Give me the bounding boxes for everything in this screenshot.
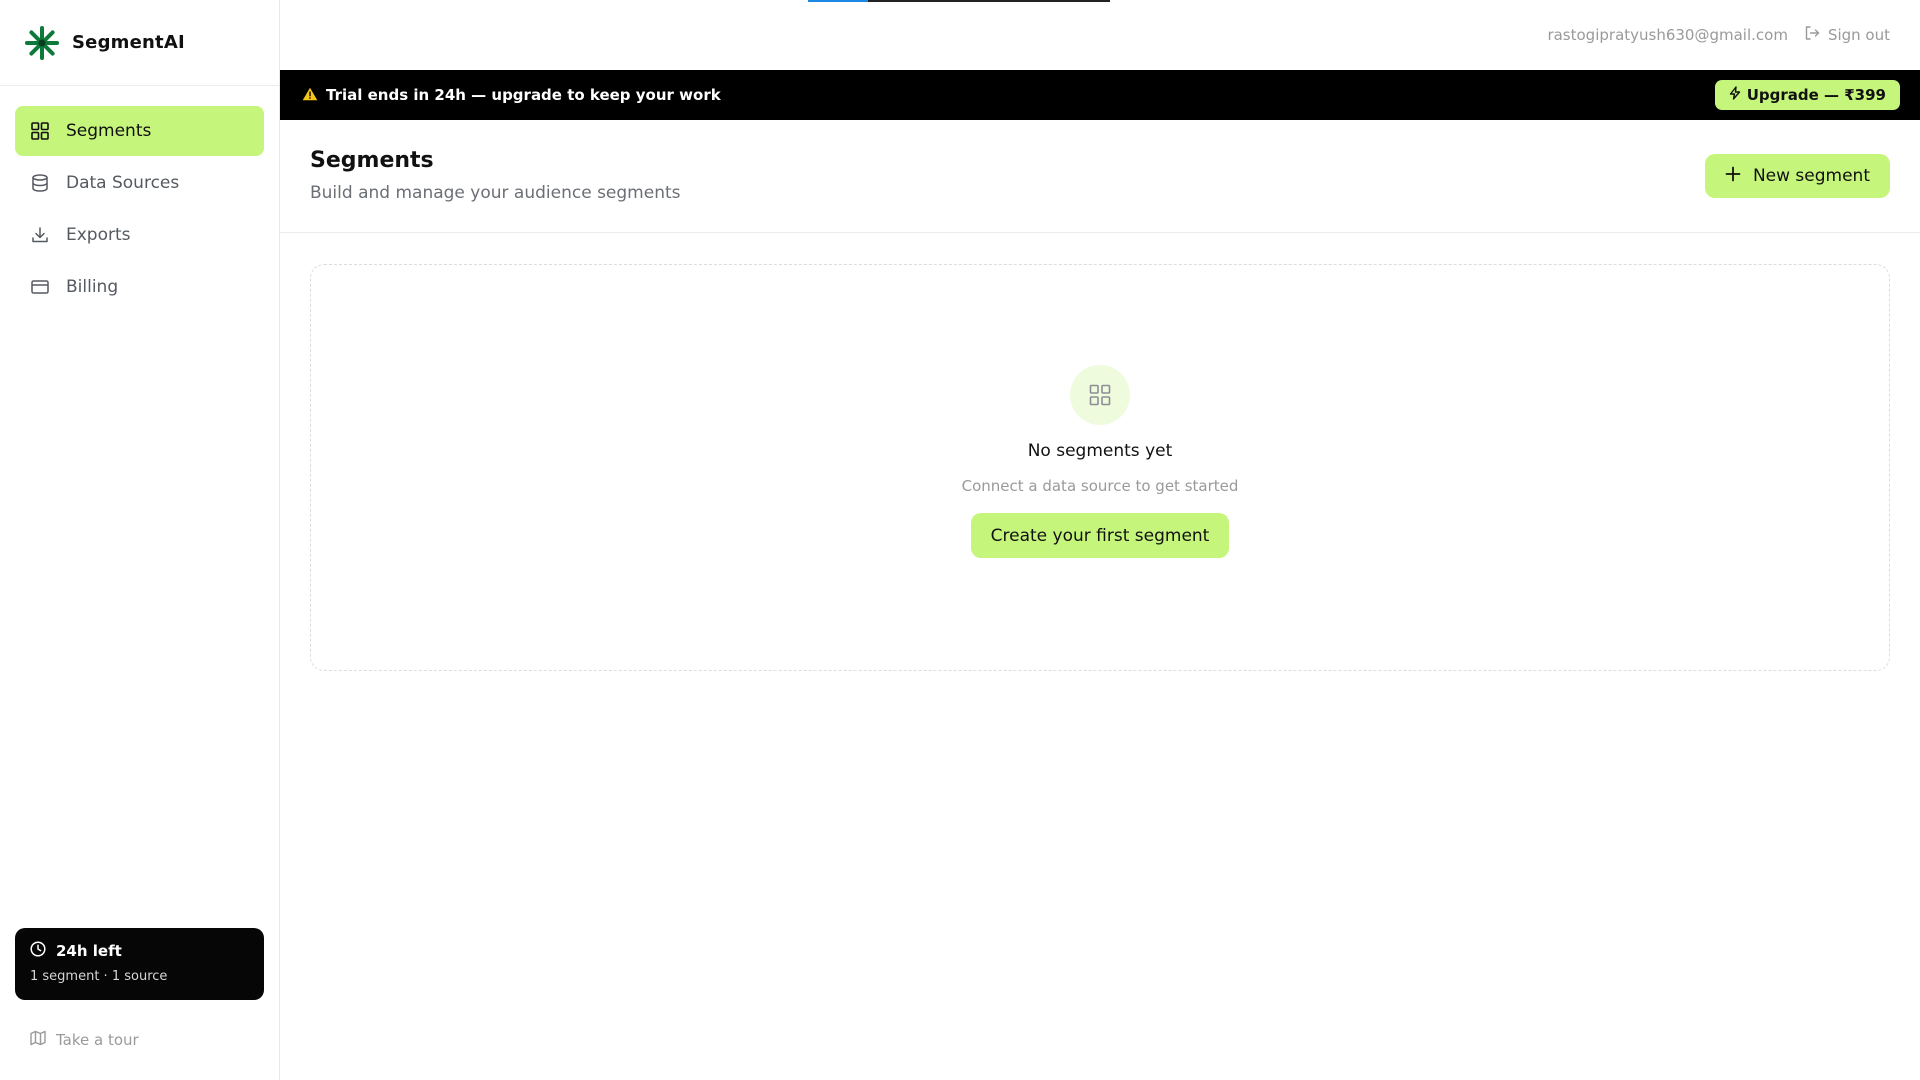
- brand[interactable]: SegmentAI: [0, 0, 279, 86]
- sidebar-item-segments[interactable]: Segments: [15, 106, 264, 156]
- upgrade-button[interactable]: Upgrade — ₹399: [1714, 80, 1900, 110]
- empty-state-title: No segments yet: [1027, 441, 1173, 461]
- page-loading-bar-fill: [808, 0, 869, 2]
- sidebar-item-label: Billing: [66, 277, 119, 297]
- trial-banner-message: Trial ends in 24h — upgrade to keep your…: [302, 86, 721, 105]
- take-a-tour-label: Take a tour: [56, 1031, 139, 1049]
- user-email: rastogipratyush630@gmail.com: [1547, 26, 1788, 44]
- trial-status-card[interactable]: 24h left 1 segment · 1 source: [15, 928, 264, 1000]
- sidebar-item-label: Exports: [66, 225, 131, 245]
- new-segment-button[interactable]: New segment: [1704, 154, 1890, 198]
- database-icon: [30, 173, 50, 193]
- plus-icon: [1725, 166, 1741, 187]
- trial-banner-text: Trial ends in 24h — upgrade to keep your…: [326, 86, 721, 104]
- sidebar-item-data-sources[interactable]: Data Sources: [15, 158, 264, 208]
- grid-icon: [1070, 365, 1130, 425]
- asterisk-logo-icon: [24, 25, 60, 61]
- take-a-tour-link[interactable]: Take a tour: [30, 1030, 139, 1050]
- page-loading-bar: [808, 0, 1110, 2]
- brand-name: SegmentAI: [72, 32, 185, 53]
- page-subtitle: Build and manage your audience segments: [310, 183, 681, 203]
- page-header: Segments Build and manage your audience …: [280, 120, 1920, 233]
- sidebar-nav: Segments Data Sources Exports Billing: [0, 86, 279, 312]
- trial-time-left: 24h left: [56, 942, 122, 960]
- app-root: SegmentAI Segments Data Sources Exports …: [0, 0, 1920, 1080]
- warning-icon: [302, 86, 318, 105]
- map-icon: [30, 1030, 46, 1050]
- main-content: rastogipratyush630@gmail.com Sign out Tr…: [280, 0, 1920, 1080]
- new-segment-label: New segment: [1752, 166, 1870, 186]
- sidebar: SegmentAI Segments Data Sources Exports …: [0, 0, 280, 1080]
- sidebar-item-exports[interactable]: Exports: [15, 210, 264, 260]
- empty-state-subtitle: Connect a data source to get started: [961, 477, 1239, 495]
- topbar: rastogipratyush630@gmail.com Sign out: [280, 0, 1920, 70]
- upgrade-label: Upgrade — ₹399: [1746, 86, 1886, 104]
- sidebar-item-label: Data Sources: [66, 173, 180, 193]
- page-title: Segments: [310, 148, 434, 173]
- sidebar-item-billing[interactable]: Billing: [15, 262, 264, 312]
- trial-usage: 1 segment · 1 source: [30, 969, 168, 984]
- trial-status-row: 24h left: [30, 941, 249, 961]
- sign-out-label: Sign out: [1827, 26, 1890, 44]
- trial-banner: Trial ends in 24h — upgrade to keep your…: [280, 70, 1920, 120]
- sign-out-icon: [1804, 25, 1820, 45]
- clock-icon: [30, 941, 46, 961]
- credit-card-icon: [30, 277, 50, 297]
- sidebar-item-label: Segments: [66, 121, 152, 141]
- download-icon: [30, 225, 50, 245]
- sign-out-button[interactable]: Sign out: [1804, 25, 1890, 45]
- empty-state: No segments yet Connect a data source to…: [310, 264, 1890, 671]
- grid-icon: [30, 121, 50, 141]
- create-first-segment-button[interactable]: Create your first segment: [970, 513, 1230, 558]
- lightning-icon: [1729, 86, 1741, 104]
